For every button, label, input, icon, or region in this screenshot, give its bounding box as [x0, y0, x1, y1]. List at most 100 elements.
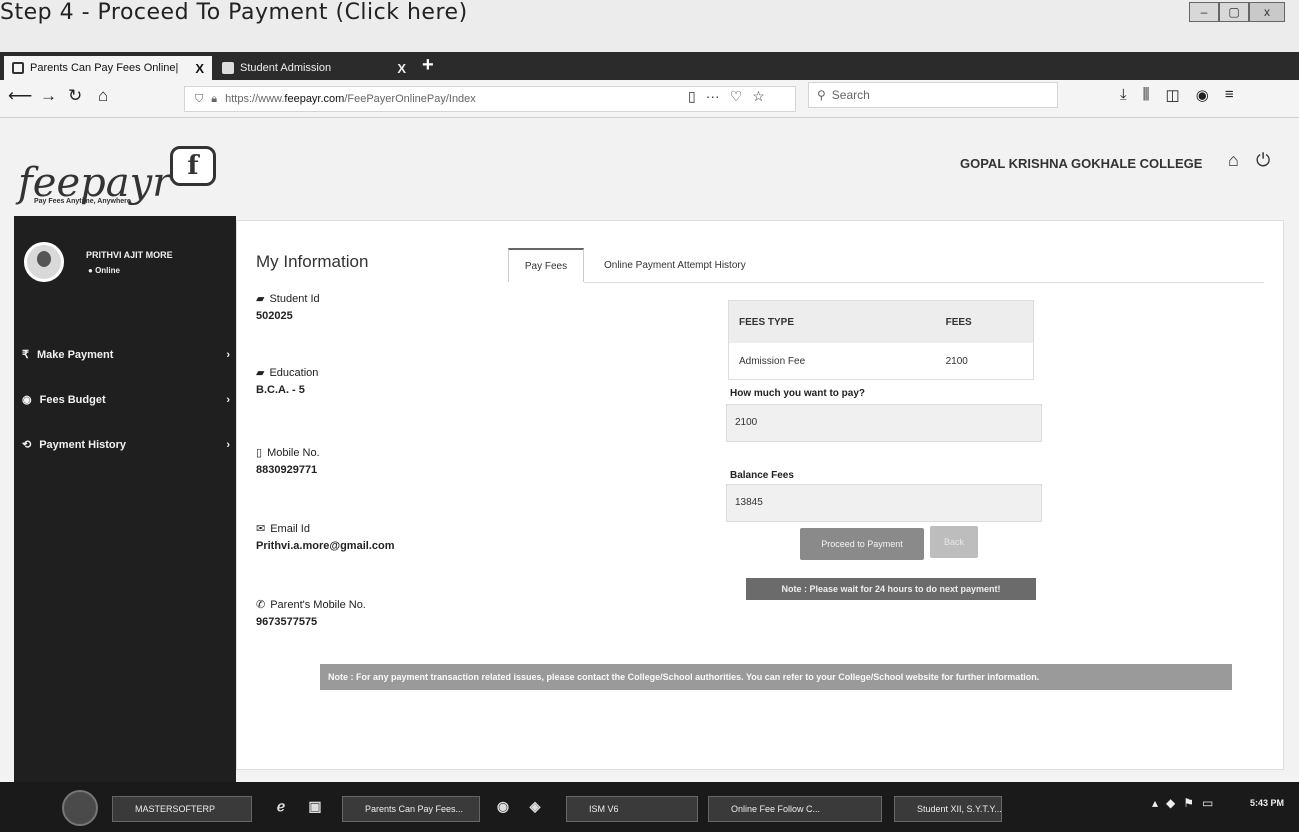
close-tab-icon[interactable]: X: [397, 61, 406, 76]
sidebar: [14, 216, 236, 782]
page-title: My Information: [256, 252, 369, 271]
education-label: ▰ Education: [256, 366, 319, 380]
close-window-button[interactable]: x: [1249, 2, 1285, 22]
taskbar-item-student[interactable]: Student XII, S.Y.T.Y....: [894, 796, 1002, 822]
table-header: FEES TYPE FEES: [729, 301, 1033, 343]
id-card-icon: ▰: [256, 293, 265, 305]
table-row: Admission Fee 2100: [729, 343, 1033, 379]
sidebar-item-label: Payment History: [39, 438, 127, 451]
bookmark-star-icon[interactable]: ☆: [752, 88, 765, 105]
page-favicon-icon: [222, 62, 234, 74]
maximize-button[interactable]: ▢: [1219, 2, 1249, 22]
tab-label: Parents Can Pay Fees Online|: [30, 62, 179, 74]
library-icon[interactable]: ⫼: [1143, 86, 1150, 104]
url-path: /FeePayerOnlinePay/Index: [344, 93, 476, 105]
sidebar-item-label: Make Payment: [37, 348, 114, 361]
pay-amount-input[interactable]: 2100: [726, 404, 1042, 442]
explorer-icon[interactable]: ▣: [306, 798, 324, 816]
student-id-label: ▰ Student Id: [256, 292, 320, 306]
balance-fees-label: Balance Fees: [730, 470, 794, 481]
pocket-icon[interactable]: ♡: [730, 88, 743, 105]
mobile-label-text: Mobile No.: [267, 446, 320, 459]
tray-arrow-icon[interactable]: ▴: [1152, 796, 1158, 810]
taskbar-item-mastersofterp[interactable]: MASTERSOFTERP: [112, 796, 252, 822]
wait-note: Note : Please wait for 24 hours to do ne…: [746, 578, 1036, 600]
user-status-label: Online: [95, 266, 120, 275]
mobile-value: 8830929771: [256, 464, 318, 476]
chrome-icon[interactable]: ◉: [494, 798, 512, 816]
network-icon[interactable]: ◆: [1166, 796, 1175, 810]
search-input[interactable]: ⚲ Search: [808, 82, 1058, 108]
new-tab-button[interactable]: +: [422, 54, 434, 77]
student-id-label-text: Student Id: [269, 292, 320, 305]
home-icon[interactable]: ⌂: [98, 86, 108, 106]
sidebar-item-payment-history[interactable]: ⟲ Payment History ›: [22, 438, 230, 452]
student-id-value: 502025: [256, 310, 293, 322]
taskbar-item-parents-pay-fees[interactable]: Parents Can Pay Fees...: [342, 796, 480, 822]
parent-mobile-value: 9673577575: [256, 616, 318, 628]
page-actions-icon[interactable]: ···: [706, 88, 720, 105]
email-label: ✉ Email Id: [256, 522, 310, 536]
tab-pay-fees[interactable]: Pay Fees: [508, 248, 584, 282]
system-tray: ▴ ◆ ⚑ ▭: [1152, 796, 1213, 810]
parent-mobile-label: ✆ Parent's Mobile No.: [256, 598, 366, 612]
minimize-button[interactable]: –: [1189, 2, 1219, 22]
url-actions: ▯ ··· ♡ ☆: [688, 88, 765, 105]
chevron-right-icon: ›: [226, 438, 230, 451]
back-button[interactable]: Back: [930, 526, 978, 558]
user-name: PRITHVI AJIT MORE: [86, 250, 173, 260]
ie-browser-icon[interactable]: ℯ: [272, 798, 290, 816]
reload-icon[interactable]: ↻: [68, 86, 82, 106]
taskbar-item-ism[interactable]: ISM V6: [566, 796, 698, 822]
app-icon[interactable]: ◈: [526, 798, 544, 816]
email-value: Prithvi.a.more@gmail.com: [256, 540, 395, 552]
mobile-label: ▯ Mobile No.: [256, 446, 320, 460]
taskbar-item-online-fee[interactable]: Online Fee Follow C...: [708, 796, 882, 822]
download-icon[interactable]: ⤓: [1120, 86, 1127, 104]
sidebar-item-label: Fees Budget: [39, 393, 106, 406]
mobile-icon: ▯: [256, 447, 263, 459]
education-value: B.C.A. - 5: [256, 384, 305, 396]
step-caption: Step 4 - Proceed To Payment (Click here): [0, 0, 468, 25]
screenshot-root: { "caption": "Step 4 - Proceed To Paymen…: [0, 0, 1299, 832]
close-tab-icon[interactable]: X: [195, 61, 204, 76]
clock[interactable]: 5:43 PM: [1250, 798, 1284, 808]
pay-amount-label: How much you want to pay?: [730, 388, 866, 399]
rupee-icon: ₹: [22, 349, 29, 361]
forward-arrow-icon[interactable]: →: [40, 86, 57, 106]
feepayr-logo-badge: f: [170, 146, 216, 186]
home-icon[interactable]: ⌂: [1228, 150, 1239, 171]
shield-icon[interactable]: ⛉: [195, 93, 203, 106]
lock-icon[interactable]: 🔒︎: [211, 93, 217, 106]
transaction-note: Note : For any payment transaction relat…: [320, 664, 1232, 690]
history-icon: ⟲: [22, 439, 32, 451]
college-name: GOPAL KRISHNA GOKHALE COLLEGE: [960, 156, 1203, 171]
proceed-to-payment-button[interactable]: Proceed to Payment: [800, 528, 924, 560]
budget-icon: ◉: [22, 394, 32, 406]
chevron-right-icon: ›: [226, 348, 230, 361]
email-label-text: Email Id: [270, 522, 310, 535]
search-placeholder: Search: [831, 88, 870, 102]
back-arrow-icon[interactable]: ⟵: [8, 86, 32, 106]
sidebar-item-fees-budget[interactable]: ◉ Fees Budget ›: [22, 393, 230, 407]
account-icon[interactable]: ◉: [1196, 86, 1209, 104]
tab-payment-attempt-history[interactable]: Online Payment Attempt History: [604, 260, 746, 271]
battery-icon[interactable]: ▭: [1202, 796, 1213, 810]
chevron-right-icon: ›: [226, 393, 230, 406]
url-scheme: https://www.: [225, 93, 285, 105]
start-button[interactable]: [62, 790, 98, 826]
column-header-fees: FEES: [945, 316, 972, 328]
tab-student-admission[interactable]: Student Admission X: [214, 56, 414, 80]
education-label-text: Education: [269, 366, 319, 379]
reader-view-icon[interactable]: ▯: [688, 88, 696, 105]
sidebar-toggle-icon[interactable]: ◫: [1166, 86, 1180, 104]
url-text: https://www.feepayr.com/FeePayerOnlinePa…: [225, 93, 476, 105]
flag-icon[interactable]: ⚑: [1183, 796, 1194, 810]
sidebar-item-make-payment[interactable]: ₹ Make Payment ›: [22, 348, 230, 362]
tab-parents-pay-fees[interactable]: Parents Can Pay Fees Online| X: [4, 56, 212, 80]
url-host: feepayr.com: [284, 93, 345, 105]
column-header-fees-type: FEES TYPE: [739, 316, 795, 328]
menu-icon[interactable]: ≡: [1225, 86, 1234, 104]
power-icon[interactable]: ⏻: [1256, 150, 1270, 171]
parent-mobile-label-text: Parent's Mobile No.: [270, 598, 366, 611]
